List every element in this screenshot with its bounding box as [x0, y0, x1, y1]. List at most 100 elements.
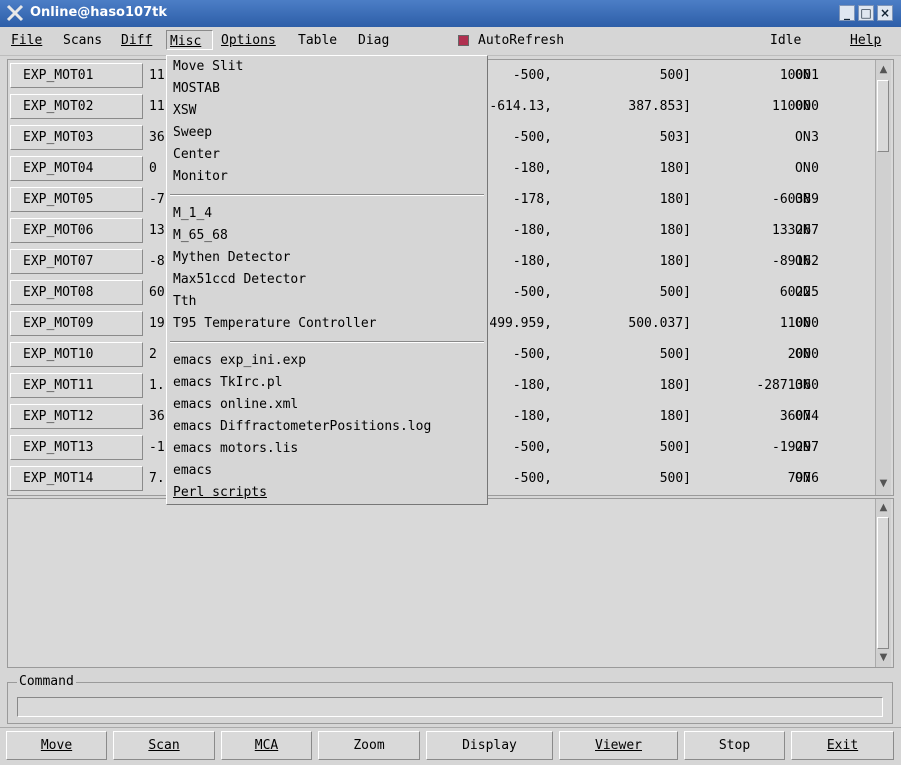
motor-button[interactable]: EXP_MOT10 — [10, 342, 143, 367]
menu-item-t95-temperature-controller[interactable]: T95 Temperature Controller — [173, 313, 377, 335]
mca-button[interactable]: MCA — [221, 731, 312, 760]
scan-button-label: Scan — [148, 738, 180, 753]
autorefresh-label: AutoRefresh — [478, 33, 565, 48]
motor-button[interactable]: EXP_MOT04 — [10, 156, 143, 181]
command-input[interactable] — [17, 697, 883, 717]
motor-state: ON — [795, 223, 811, 238]
menu-item-mythen-detector[interactable]: Mythen Detector — [173, 247, 290, 269]
menu-diag[interactable]: Diag — [355, 32, 392, 52]
menu-item-move-slit[interactable]: Move Slit — [173, 56, 243, 78]
menu-item-mostab[interactable]: MOSTAB — [173, 78, 220, 100]
log-scroll-thumb[interactable] — [877, 517, 889, 649]
motor-high-limit: 180] — [659, 409, 691, 424]
motor-button[interactable]: EXP_MOT01 — [10, 63, 143, 88]
motor-position: 19 — [149, 316, 165, 331]
motor-button[interactable]: EXP_MOT07 — [10, 249, 143, 274]
menu-item-m-1-4[interactable]: M_1_4 — [173, 203, 212, 225]
motor-button[interactable]: EXP_MOT12 — [10, 404, 143, 429]
minimize-icon[interactable]: _ — [839, 5, 855, 21]
motor-button[interactable]: EXP_MOT11 — [10, 373, 143, 398]
motor-low-limit: 499.959, — [489, 316, 552, 331]
motor-state: ON — [795, 347, 811, 362]
move-button[interactable]: Move — [6, 731, 107, 760]
menu-diff-label: Diff — [121, 33, 153, 48]
scroll-thumb[interactable] — [877, 80, 889, 152]
menu-item-emacs-diffractometer-log[interactable]: emacs DiffractometerPositions.log — [173, 416, 431, 438]
motor-button[interactable]: EXP_MOT06 — [10, 218, 143, 243]
motor-button[interactable]: EXP_MOT02 — [10, 94, 143, 119]
zoom-button[interactable]: Zoom — [318, 731, 420, 760]
menu-item-xsw[interactable]: XSW — [173, 100, 196, 122]
close-icon[interactable]: × — [877, 5, 893, 21]
menu-item-emacs-online-xml[interactable]: emacs online.xml — [173, 394, 298, 416]
menu-item-sweep[interactable]: Sweep — [173, 122, 212, 144]
exit-button-label: Exit — [826, 738, 859, 753]
motor-high-limit: 500] — [659, 68, 691, 83]
motor-state: ON — [795, 254, 811, 269]
menu-help[interactable]: Help — [850, 33, 881, 48]
autorefresh-checkbox[interactable] — [458, 35, 469, 46]
motor-button[interactable]: EXP_MOT09 — [10, 311, 143, 336]
motor-steps: 0 — [811, 161, 819, 176]
motor-low-limit: -500, — [512, 347, 552, 362]
menu-item-monitor[interactable]: Monitor — [173, 166, 228, 188]
menu-table[interactable]: Table — [295, 32, 340, 52]
output-log[interactable]: ▲ ▼ — [7, 498, 894, 668]
display-button[interactable]: Display — [426, 731, 553, 760]
motor-high-limit: 387.853] — [628, 99, 691, 114]
motor-button[interactable]: EXP_MOT13 — [10, 435, 143, 460]
menu-item-center[interactable]: Center — [173, 144, 220, 166]
menu-item-perl-scripts[interactable]: Perl scripts — [173, 482, 267, 504]
menu-item-m-65-68[interactable]: M_65_68 — [173, 225, 228, 247]
scan-button[interactable]: Scan — [113, 731, 215, 760]
motor-state: ON — [795, 471, 811, 486]
motor-scrollbar[interactable]: ▲ ▼ — [875, 60, 891, 495]
menu-diff[interactable]: Diff — [118, 32, 155, 52]
exit-button[interactable]: Exit — [791, 731, 894, 760]
log-scroll-down-icon[interactable]: ▼ — [877, 651, 890, 665]
menu-item-emacs-tkirc[interactable]: emacs TkIrc.pl — [173, 372, 283, 394]
stop-button-label: Stop — [718, 738, 751, 753]
motor-high-limit: 503] — [659, 130, 691, 145]
motor-button[interactable]: EXP_MOT03 — [10, 125, 143, 150]
menu-item-max51ccd-detector[interactable]: Max51ccd Detector — [173, 269, 306, 291]
log-scroll-up-icon[interactable]: ▲ — [877, 501, 890, 515]
divider — [0, 727, 901, 728]
menu-item-emacs-exp-ini[interactable]: emacs exp_ini.exp — [173, 350, 306, 372]
motor-state: ON — [795, 409, 811, 424]
menu-item-emacs[interactable]: emacs — [173, 460, 212, 482]
motor-button[interactable]: EXP_MOT08 — [10, 280, 143, 305]
motor-state: ON — [795, 440, 811, 455]
motor-low-limit: -180, — [512, 223, 552, 238]
menu-file[interactable]: File — [8, 32, 45, 52]
motor-button[interactable]: EXP_MOT05 — [10, 187, 143, 212]
menu-misc[interactable]: Misc — [166, 30, 213, 50]
stop-button[interactable]: Stop — [684, 731, 785, 760]
motor-high-limit: 180] — [659, 161, 691, 176]
menu-options[interactable]: Options — [218, 32, 279, 52]
viewer-button[interactable]: Viewer — [559, 731, 678, 760]
motor-high-limit: 180] — [659, 378, 691, 393]
mca-button-label: MCA — [254, 738, 279, 753]
motor-high-limit: 500] — [659, 471, 691, 486]
motor-position: 7. — [149, 471, 165, 486]
scroll-down-icon[interactable]: ▼ — [877, 477, 890, 491]
menu-separator — [170, 194, 484, 196]
menu-item-tth[interactable]: Tth — [173, 291, 196, 313]
log-scrollbar[interactable]: ▲ ▼ — [875, 499, 891, 667]
motor-low-limit: -500, — [512, 471, 552, 486]
viewer-button-label: Viewer — [595, 738, 642, 753]
motor-state: ON — [795, 130, 811, 145]
menu-scans[interactable]: Scans — [60, 32, 105, 52]
motor-position: 36 — [149, 409, 165, 424]
x-app-icon — [6, 4, 24, 22]
scroll-up-icon[interactable]: ▲ — [877, 63, 890, 77]
maximize-icon[interactable]: □ — [858, 5, 874, 21]
motor-button[interactable]: EXP_MOT14 — [10, 466, 143, 491]
motor-position: 2 — [149, 347, 157, 362]
menu-item-emacs-motors-lis[interactable]: emacs motors.lis — [173, 438, 298, 460]
menu-options-label: Options — [221, 33, 276, 48]
command-label: Command — [17, 674, 76, 689]
motor-position: 60 — [149, 285, 165, 300]
motor-low-limit: -180, — [512, 409, 552, 424]
